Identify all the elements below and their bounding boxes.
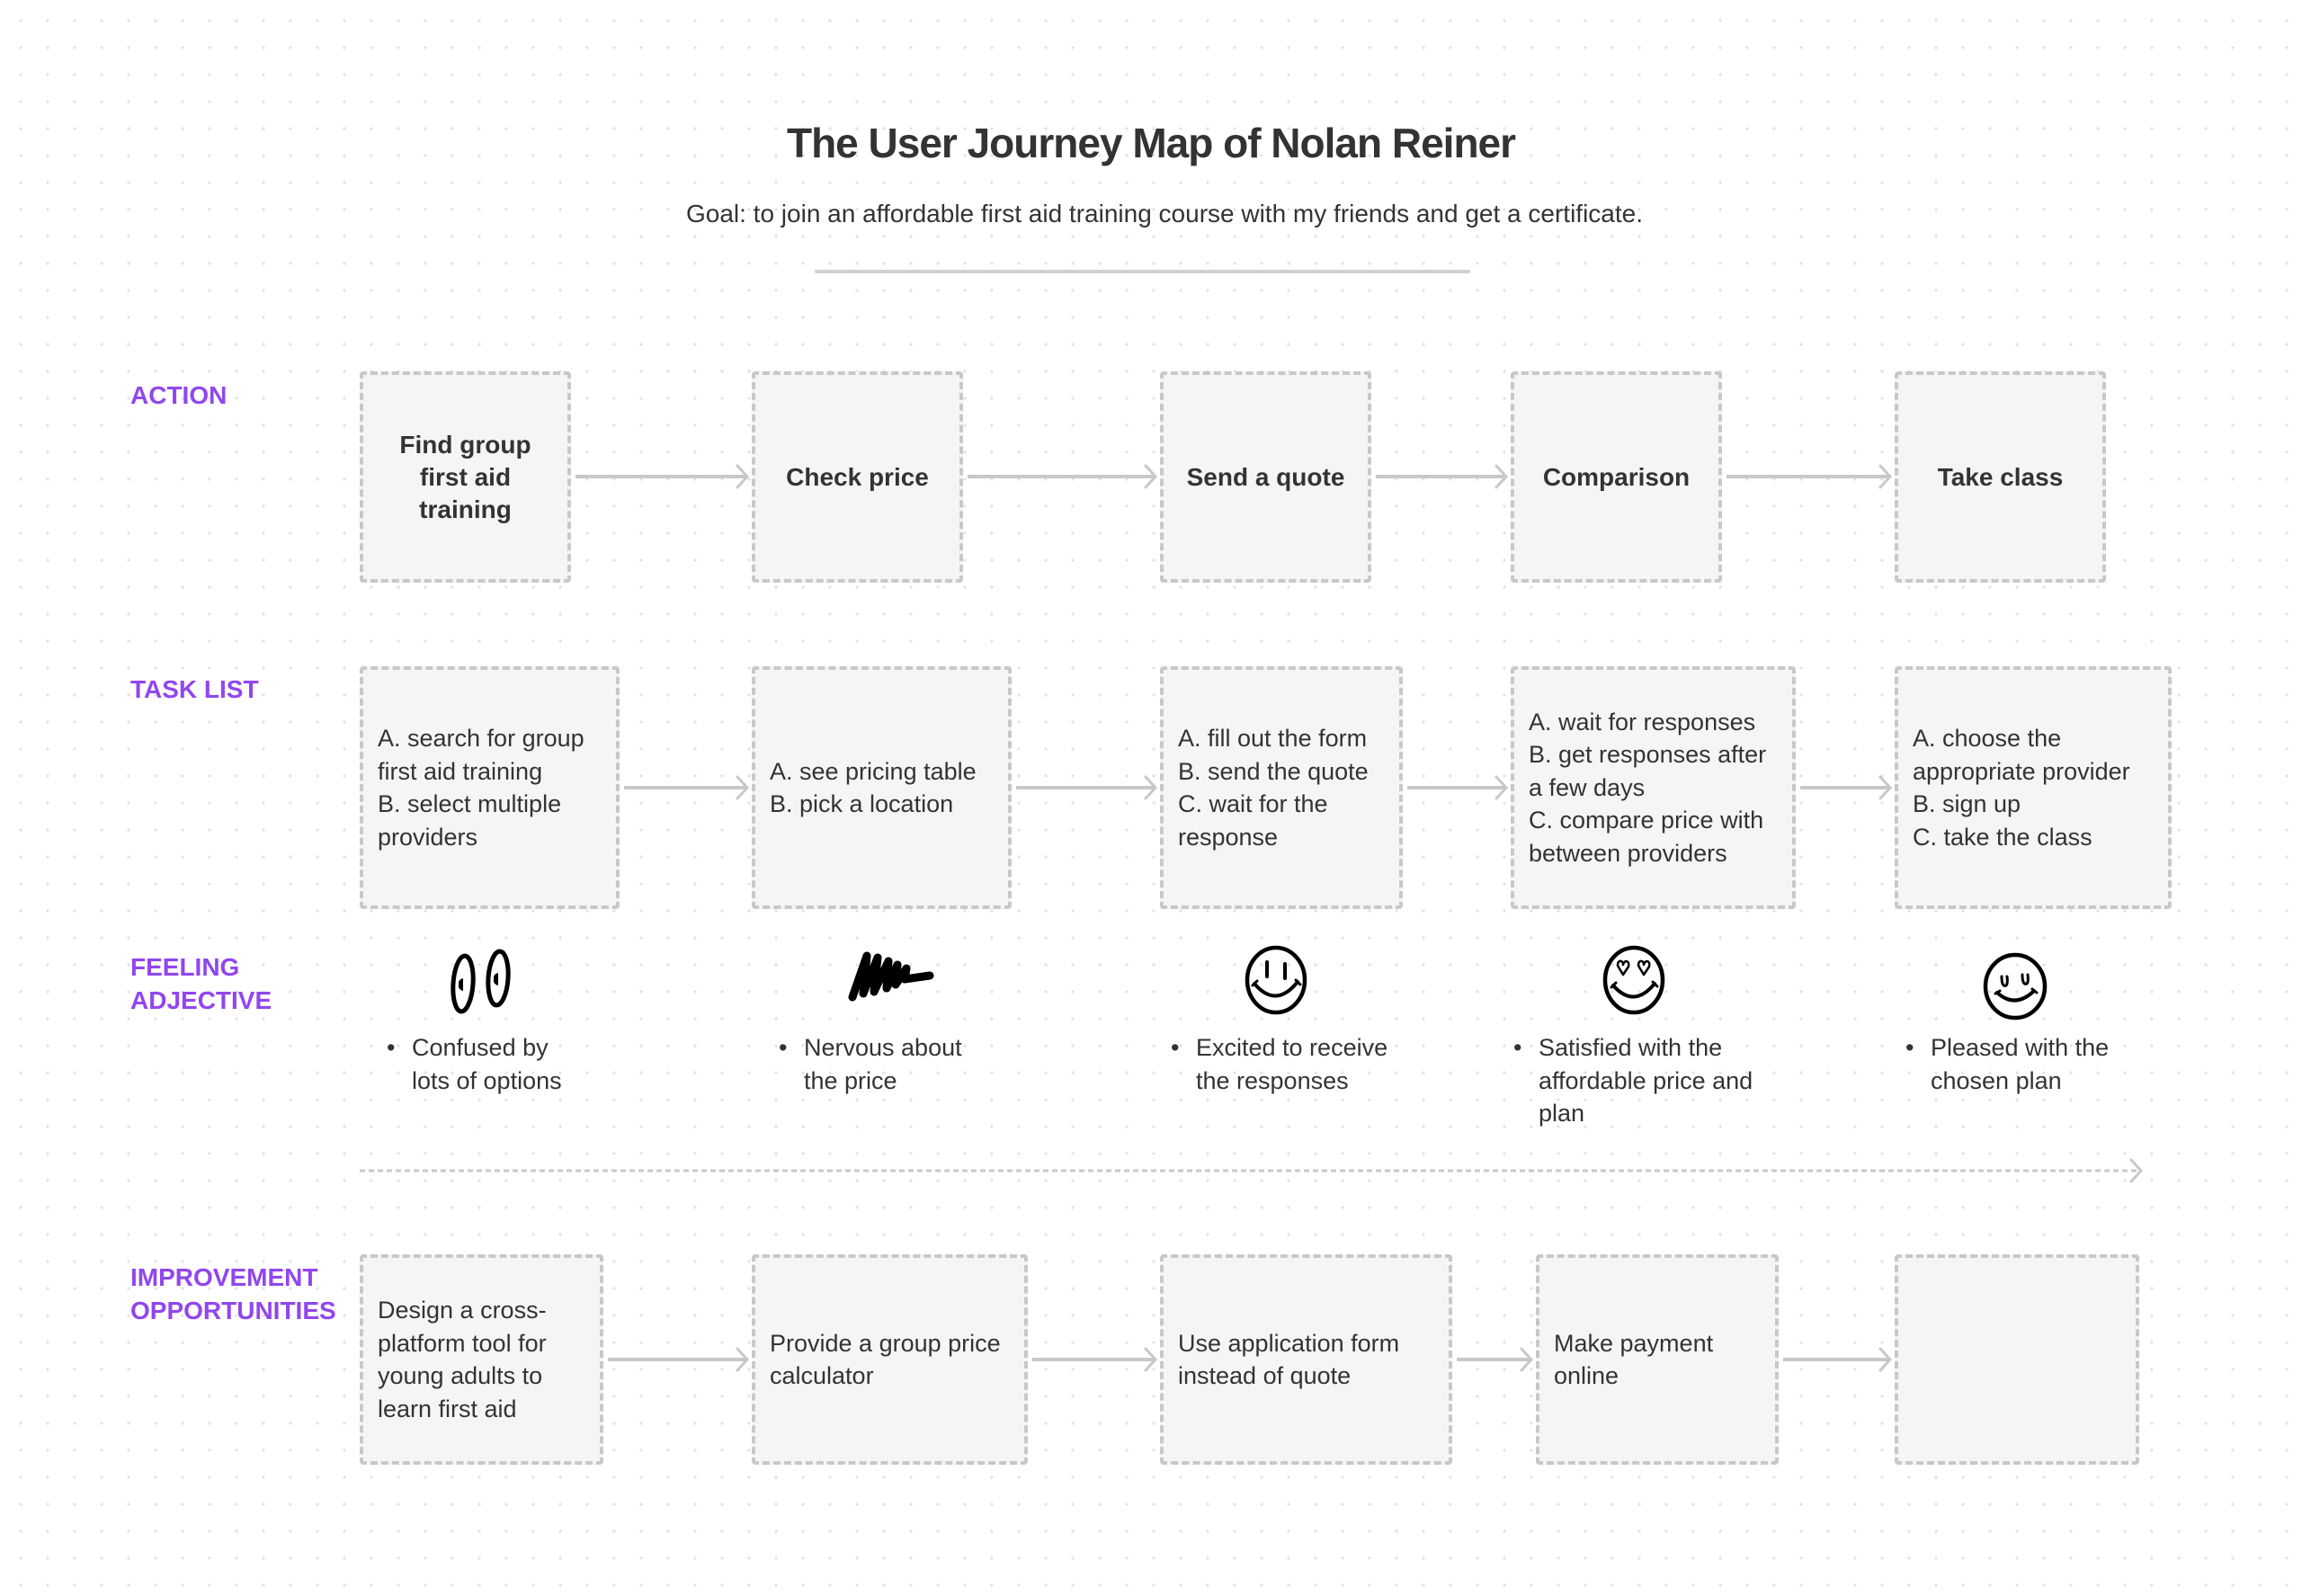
feeling-item: • Excited to receive the responses [1171,1031,1459,1097]
flow-arrow [1407,775,1509,800]
improvement-card-empty[interactable] [1895,1254,2139,1465]
task-card-text: A. fill out the form B. send the quote C… [1178,725,1369,851]
bullet: • [1171,1034,1180,1061]
row-label-improvement-line2: OPPORTUNITIES [130,1297,336,1324]
improvement-card[interactable]: Provide a group price calculator [752,1254,1028,1465]
feeling-description: Nervous about the price [804,1034,962,1094]
bullet: • [1905,1034,1914,1061]
flow-arrow [1800,775,1893,800]
flow-arrow [608,1347,750,1372]
row-label-feeling-line2: ADJECTIVE [130,986,272,1014]
task-card-text: A. choose the appropriate provider B. si… [1913,725,2130,851]
action-card[interactable]: Send a quote [1160,371,1371,583]
flow-arrow [1457,1347,1534,1372]
task-card[interactable]: A. see pricing table B. pick a location [752,666,1012,909]
action-card-text: Take class [1937,462,2064,491]
feeling-item: • Satisfied with the affordable price an… [1513,1031,1819,1130]
feeling-item: • Pleased with the chosen plan [1905,1031,2193,1097]
action-card[interactable]: Check price [752,371,963,583]
flow-arrow [1376,464,1509,489]
bullet: • [779,1034,788,1061]
feeling-description: Pleased with the chosen plan [1931,1034,2110,1094]
feeling-description: Satisfied with the affordable price and … [1539,1034,1753,1127]
row-label-improvement-opportunities: IMPROVEMENT OPPORTUNITIES [130,1261,336,1327]
journey-timeline-arrow [360,1158,2144,1183]
task-card-text: A. see pricing table B. pick a location [770,757,977,818]
action-card[interactable]: Take class [1895,371,2106,583]
row-label-feeling-line1: FEELING [130,953,240,981]
flow-arrow [1032,1347,1158,1372]
improvement-card-text: Use application form instead of quote [1178,1329,1400,1390]
confused-eyes-icon [450,946,513,1022]
nervous-scribble-icon [845,949,935,1007]
task-card[interactable]: A. wait for responses B. get responses a… [1511,666,1796,909]
feeling-description: Confused by lots of options [412,1034,562,1094]
feeling-item: • Nervous about the price [779,1031,1048,1097]
improvement-card-text: Provide a group price calculator [770,1329,1001,1390]
task-card-text: A. wait for responses B. get responses a… [1529,708,1767,867]
flow-arrow [1726,464,1893,489]
improvement-card[interactable]: Use application form instead of quote [1160,1254,1452,1465]
task-card-text: A. search for group first aid training B… [378,725,584,851]
page-title: The User Journey Map of Nolan Reiner [786,120,1516,166]
improvement-card[interactable]: Make payment online [1536,1254,1779,1465]
bullet: • [387,1034,396,1061]
action-card-text: Check price [786,462,929,491]
task-card[interactable]: A. choose the appropriate provider B. si… [1895,666,2172,909]
flow-arrow [576,464,750,489]
bullet: • [1513,1034,1522,1061]
content-smiley-icon [1982,951,2048,1026]
action-card-text: Comparison [1542,462,1691,491]
feeling-description: Excited to receive the responses [1196,1034,1388,1094]
improvement-card-text: Make payment online [1554,1329,1714,1390]
flow-arrow [968,464,1158,489]
flow-arrow [1783,1347,1893,1372]
title-divider [815,270,1470,273]
feeling-item: • Confused by lots of options [387,1031,656,1097]
action-card[interactable]: Comparison [1511,371,1722,583]
flow-arrow [1016,775,1158,800]
action-card-text: Send a quote [1186,462,1345,491]
row-label-feeling-adjective: FEELING ADJECTIVE [130,950,272,1017]
action-card[interactable]: Find group first aid training [360,371,571,583]
goal-statement: Goal: to join an affordable first aid tr… [685,200,1644,227]
task-card[interactable]: A. fill out the form B. send the quote C… [1160,666,1403,909]
task-card[interactable]: A. search for group first aid training B… [360,666,620,909]
heart-eyes-smiley-icon [1602,944,1666,1021]
flow-arrow [624,775,750,800]
row-label-improvement-line1: IMPROVEMENT [130,1263,318,1291]
row-label-action: ACTION [130,381,228,409]
action-card-text: Find group first aid training [399,430,531,523]
improvement-card[interactable]: Design a cross- platform tool for young … [360,1254,603,1465]
row-label-task-list: TASK LIST [130,675,259,703]
excited-smiley-icon [1244,944,1308,1021]
improvement-card-text: Design a cross- platform tool for young … [378,1297,547,1422]
